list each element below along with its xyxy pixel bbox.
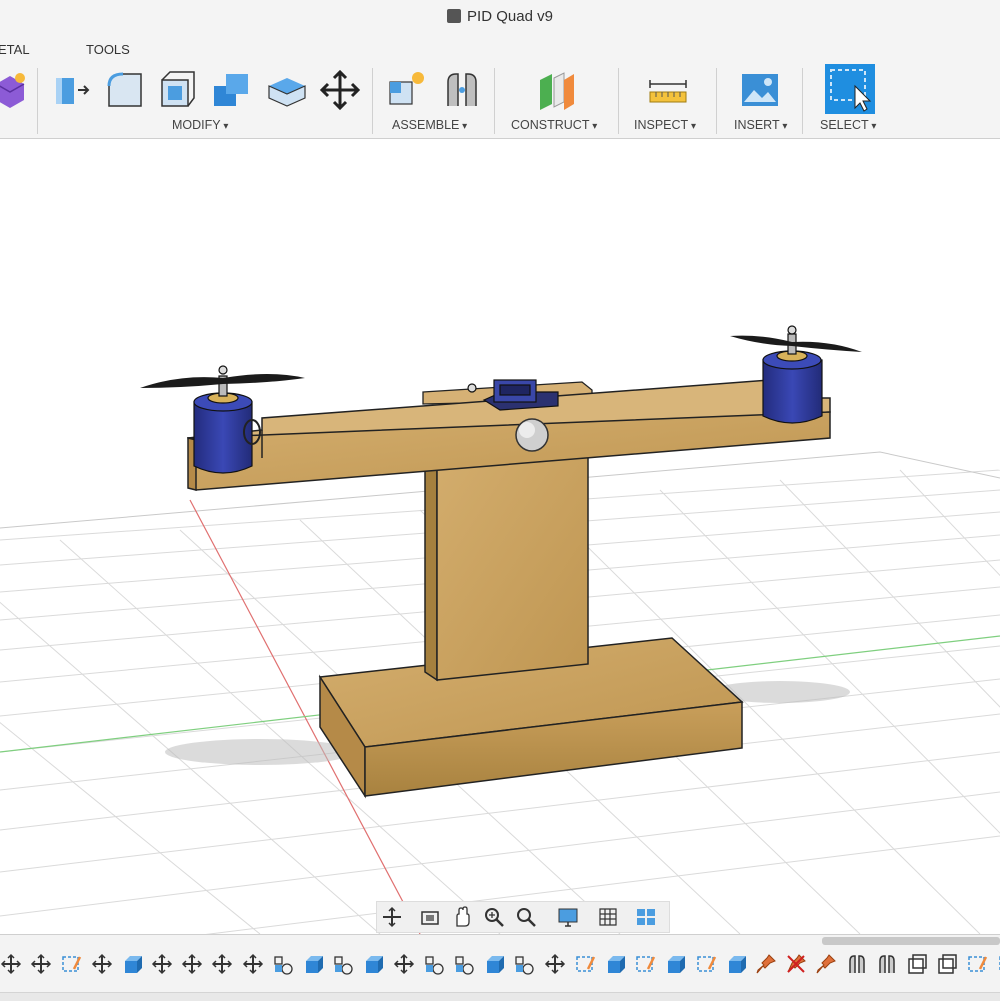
- timeline-shell-icon[interactable]: [936, 953, 958, 975]
- inspect-menu[interactable]: INSPECT: [634, 118, 696, 132]
- offset-plane-icon[interactable]: [534, 68, 578, 112]
- shell-icon[interactable]: [156, 68, 200, 112]
- timeline-extrude-icon[interactable]: [664, 953, 686, 975]
- zoom-icon[interactable]: [483, 906, 505, 928]
- tab-sheet-metal[interactable]: ETAL: [0, 42, 30, 57]
- timeline-sketch-icon[interactable]: [695, 953, 717, 975]
- canvas-viewport[interactable]: [0, 139, 1000, 934]
- shadow: [165, 739, 355, 765]
- timeline-sketch-icon[interactable]: [574, 953, 596, 975]
- press-pull-icon[interactable]: [50, 68, 94, 112]
- fillet-icon[interactable]: [103, 68, 147, 112]
- replace-face-icon[interactable]: [265, 68, 309, 112]
- fit-icon[interactable]: [515, 906, 537, 928]
- combine-icon[interactable]: [210, 68, 254, 112]
- viewports-icon[interactable]: [635, 906, 657, 928]
- timeline-extrude-icon[interactable]: [725, 953, 747, 975]
- timeline-extrude-icon[interactable]: [483, 953, 505, 975]
- joint-icon[interactable]: [440, 68, 484, 112]
- window-title-text: PID Quad v9: [467, 8, 553, 25]
- new-component-icon[interactable]: [386, 68, 430, 112]
- timeline-move-icon[interactable]: [181, 953, 203, 975]
- insert-image-icon[interactable]: [738, 68, 782, 112]
- document-icon: [447, 9, 461, 23]
- toolbar: ETAL TOOLS MODIFY: [0, 38, 1000, 139]
- timeline-move-icon[interactable]: [0, 953, 22, 975]
- toolbar-separator: [37, 68, 38, 134]
- timeline-extrude-icon[interactable]: [362, 953, 384, 975]
- timeline-joint-icon[interactable]: [513, 953, 535, 975]
- timeline-joint-icon[interactable]: [332, 953, 354, 975]
- timeline-sketch-icon[interactable]: [997, 953, 1000, 975]
- timeline-joint-icon[interactable]: [453, 953, 475, 975]
- timeline-sketch-icon[interactable]: [60, 953, 82, 975]
- insert-menu[interactable]: INSERT: [734, 118, 787, 132]
- timeline-move-icon[interactable]: [91, 953, 113, 975]
- timeline-joint-icon[interactable]: [423, 953, 445, 975]
- timeline-sketch-icon[interactable]: [634, 953, 656, 975]
- construct-menu[interactable]: CONSTRUCT: [511, 118, 597, 132]
- pan-icon[interactable]: [451, 906, 473, 928]
- timeline-move-icon[interactable]: [211, 953, 233, 975]
- timeline-motion-icon[interactable]: [846, 953, 868, 975]
- display-settings-icon[interactable]: [557, 906, 579, 928]
- navigation-bar: [376, 901, 670, 933]
- timeline-motion-icon[interactable]: [876, 953, 898, 975]
- timeline-scrollbar[interactable]: [822, 937, 1000, 945]
- timeline-move-icon[interactable]: [544, 953, 566, 975]
- pivot-bolt-highlight: [519, 422, 535, 438]
- toolbar-separator: [716, 68, 717, 134]
- timeline-move-icon[interactable]: [151, 953, 173, 975]
- toolbar-separator: [802, 68, 803, 134]
- toolbar-separator: [494, 68, 495, 134]
- window-title: PID Quad v9: [0, 8, 1000, 25]
- timeline-joint-icon[interactable]: [272, 953, 294, 975]
- tab-tools[interactable]: TOOLS: [86, 42, 130, 57]
- assemble-menu[interactable]: ASSEMBLE: [392, 118, 467, 132]
- select-menu[interactable]: SELECT: [820, 118, 876, 132]
- orbit-icon[interactable]: [381, 906, 403, 928]
- timeline-move-icon[interactable]: [30, 953, 52, 975]
- create-solid-icon[interactable]: [0, 68, 36, 112]
- timeline-pin-icon[interactable]: [815, 953, 837, 975]
- timeline-pin-broken-icon[interactable]: [785, 953, 807, 975]
- title-bar: PID Quad v9: [0, 0, 1000, 38]
- timeline-extrude-icon[interactable]: [302, 953, 324, 975]
- modify-menu[interactable]: MODIFY: [172, 118, 228, 132]
- timeline-sketch-icon[interactable]: [966, 953, 988, 975]
- move-icon[interactable]: [318, 68, 362, 112]
- timeline-shell-icon[interactable]: [906, 953, 928, 975]
- look-at-icon[interactable]: [419, 906, 441, 928]
- toolbar-separator: [618, 68, 619, 134]
- support-column: [425, 448, 588, 680]
- measure-icon[interactable]: [646, 68, 690, 112]
- select-icon[interactable]: [825, 64, 875, 114]
- timeline-move-icon[interactable]: [393, 953, 415, 975]
- timeline-move-icon[interactable]: [242, 953, 264, 975]
- timeline-extrude-icon[interactable]: [121, 953, 143, 975]
- timeline-pin-icon[interactable]: [755, 953, 777, 975]
- toolbar-separator: [372, 68, 373, 134]
- timeline-bar: [0, 934, 1000, 1001]
- model-scene[interactable]: [0, 139, 1000, 934]
- grid-settings-icon[interactable]: [597, 906, 619, 928]
- timeline-extrude-icon[interactable]: [604, 953, 626, 975]
